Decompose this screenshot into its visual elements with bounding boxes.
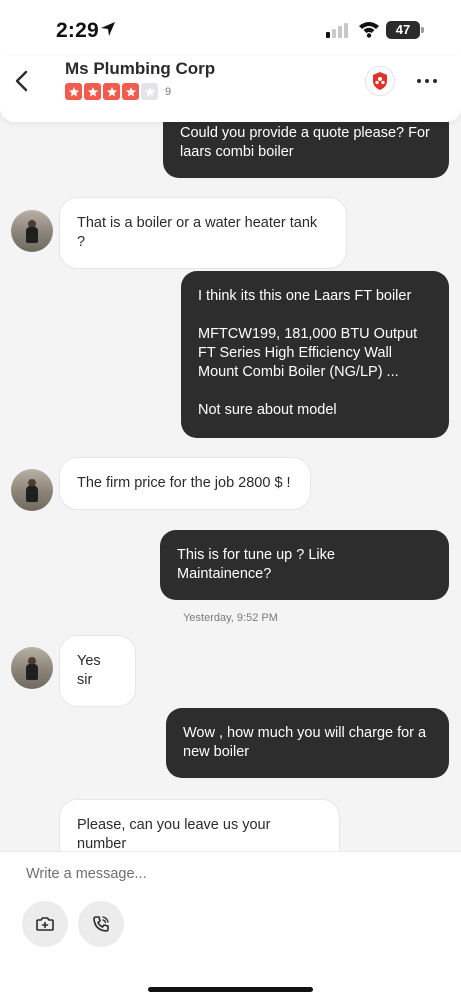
phone-icon	[93, 916, 109, 932]
battery-level: 47	[395, 22, 411, 37]
business-name[interactable]: Ms Plumbing Corp	[65, 59, 215, 79]
message-text: Yes sir	[77, 653, 101, 688]
chat-screen: Could you provide a quote please? For la…	[0, 0, 461, 1000]
message-thread[interactable]: Could you provide a quote please? For la…	[0, 0, 461, 871]
message-text: The firm price for the job 2800 $ !	[77, 475, 291, 491]
message-text: This is for tune up ? Like Maintainence?	[177, 547, 335, 582]
avatar[interactable]	[11, 647, 53, 689]
dot	[417, 79, 421, 83]
conversation-header: Ms Plumbing Corp 9	[0, 56, 461, 122]
star-icon	[84, 83, 101, 100]
battery-icon: 47	[386, 21, 420, 39]
message-sent: Wow , how much you will charge for a new…	[166, 708, 449, 778]
back-chevron-icon	[15, 70, 28, 92]
star-icon	[141, 83, 158, 100]
star-rating: 9	[65, 83, 171, 100]
message-line: I think its this one Laars FT boiler	[198, 288, 412, 304]
status-time: 2:29	[56, 19, 99, 42]
more-options-icon[interactable]	[412, 70, 442, 92]
message-sent: I think its this one Laars FT boiler MFT…	[181, 271, 449, 438]
location-arrow-icon	[101, 22, 115, 36]
message-sent: This is for tune up ? Like Maintainence?	[160, 530, 449, 600]
yelp-badge-icon	[373, 72, 387, 90]
message-timestamp: Yesterday, 9:52 PM	[183, 612, 278, 624]
message-received: That is a boiler or a water heater tank …	[59, 197, 347, 269]
message-composer	[0, 851, 461, 1000]
avatar-figure-body	[26, 227, 38, 243]
message-text: That is a boiler or a water heater tank …	[77, 215, 318, 250]
status-bar: 2:29 47	[0, 0, 461, 56]
message-line: Not sure about model	[198, 402, 337, 418]
dot	[433, 79, 437, 83]
star-icon	[122, 83, 139, 100]
add-photo-button[interactable]	[22, 901, 68, 947]
cellular-signal-icon	[326, 23, 348, 38]
call-button[interactable]	[78, 901, 124, 947]
home-indicator	[148, 987, 313, 992]
message-text: Please, can you leave us your number	[77, 817, 271, 852]
battery-tip	[421, 27, 424, 33]
avatar-figure-body	[26, 664, 38, 680]
yelp-badge-button[interactable]	[365, 66, 395, 96]
message-input[interactable]	[26, 866, 426, 882]
back-button[interactable]	[8, 66, 34, 96]
review-count: 9	[165, 85, 172, 98]
message-text: Wow , how much you will charge for a new…	[183, 725, 427, 760]
star-icon	[65, 83, 82, 100]
message-received: The firm price for the job 2800 $ !	[59, 457, 311, 510]
dot	[425, 79, 429, 83]
message-received: Yes sir	[59, 635, 136, 707]
avatar-figure-body	[26, 486, 38, 502]
message-line: MFTCW199, 181,000 BTU Output FT Series H…	[198, 326, 418, 380]
star-icon	[103, 83, 120, 100]
avatar[interactable]	[11, 469, 53, 511]
avatar[interactable]	[11, 210, 53, 252]
wifi-icon	[359, 22, 379, 38]
camera-plus-icon	[36, 917, 54, 931]
message-text: Could you provide a quote please? For la…	[180, 125, 430, 160]
